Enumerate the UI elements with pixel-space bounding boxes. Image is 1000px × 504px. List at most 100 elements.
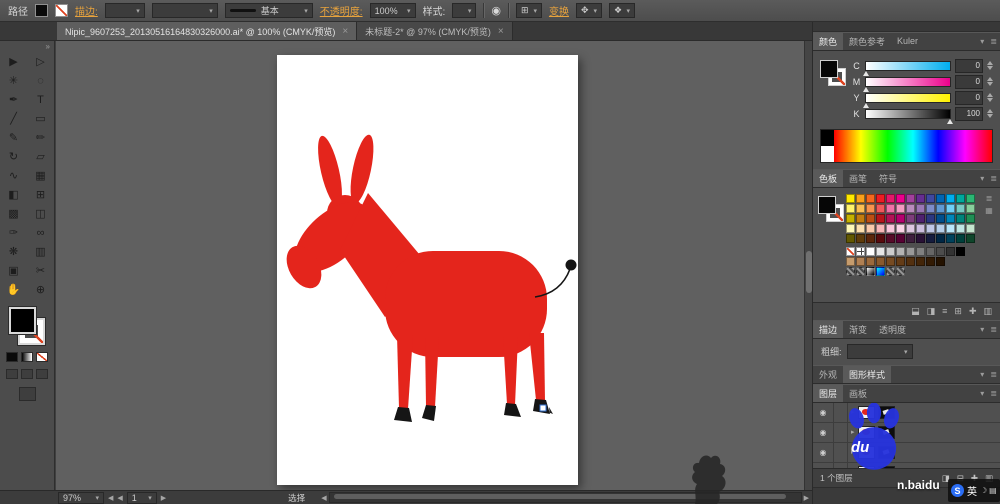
color-swatch[interactable] [876, 193, 885, 203]
stroke-weight-select[interactable] [846, 344, 913, 360]
color-swatch[interactable] [896, 203, 905, 213]
opacity-link[interactable]: 不透明度: [320, 3, 363, 18]
tab-close-icon[interactable]: × [342, 26, 348, 37]
fill-color-swatch[interactable] [35, 4, 48, 17]
color-swatch[interactable] [926, 256, 935, 266]
color-swatch[interactable] [886, 203, 895, 213]
spinner-up-icon[interactable] [987, 93, 993, 98]
slider-track[interactable] [863, 92, 951, 108]
color-swatch[interactable] [966, 213, 975, 223]
delete-swatch-icon[interactable]: ▥ [983, 306, 992, 317]
slice-tool[interactable]: ✂ [27, 261, 54, 280]
mini-fill-indicator[interactable] [820, 59, 838, 78]
color-swatch[interactable] [966, 233, 975, 243]
direct-selection-tool[interactable]: ▷ [27, 52, 54, 71]
color-swatch[interactable] [866, 223, 875, 233]
color-swatch[interactable] [896, 223, 905, 233]
color-swatch[interactable] [966, 203, 975, 213]
first-artboard-icon[interactable]: ◀ [108, 494, 113, 502]
spinner-down-icon[interactable] [987, 82, 993, 87]
color-swatch[interactable] [916, 193, 925, 203]
canvas-area[interactable] [56, 41, 804, 490]
color-swatch[interactable] [846, 223, 855, 233]
new-swatch-icon[interactable]: ✚ [969, 306, 977, 317]
registration-swatch[interactable] [856, 246, 865, 256]
color-swatch[interactable] [846, 193, 855, 203]
color-swatch[interactable] [916, 223, 925, 233]
free-transform-tool[interactable]: ▦ [27, 166, 54, 185]
slider-track[interactable] [863, 60, 951, 76]
eyedropper-tool[interactable]: ✑ [0, 223, 27, 242]
type-tool[interactable]: T [27, 90, 54, 109]
color-swatch[interactable] [936, 213, 945, 223]
zoom-level-dropdown[interactable]: 97% [58, 491, 104, 504]
color-swatch[interactable] [866, 203, 875, 213]
stroke-color-swatch[interactable] [55, 4, 68, 17]
color-swatch[interactable] [926, 223, 935, 233]
tab-transparency[interactable]: 透明度 [873, 321, 912, 338]
donkey-leg[interactable] [503, 337, 518, 405]
tab-artboards[interactable]: 画板 [843, 385, 873, 402]
color-swatch[interactable] [846, 203, 855, 213]
panel-collapse-icon[interactable]: ▾ [977, 170, 987, 187]
scroll-right-icon[interactable]: ▶ [804, 494, 809, 502]
slider-value[interactable]: 100 [955, 106, 983, 121]
color-swatch[interactable] [876, 203, 885, 213]
spinner-up-icon[interactable] [987, 61, 993, 66]
panel-menu-icon[interactable]: ≣ [987, 170, 1000, 187]
black-white-picker[interactable] [821, 129, 834, 162]
artboard-number-dropdown[interactable]: 1 [126, 491, 157, 504]
panel-collapse-icon[interactable]: ▾ [977, 321, 987, 338]
color-swatch[interactable] [876, 256, 885, 266]
none-mode-icon[interactable] [36, 352, 48, 362]
color-swatch[interactable] [926, 246, 935, 256]
slider-spinner[interactable] [987, 109, 993, 119]
black-picker[interactable] [821, 129, 834, 146]
gradient-mode-icon[interactable] [21, 352, 33, 362]
pen-tool[interactable]: ✒ [0, 90, 27, 109]
color-swatch[interactable] [956, 233, 965, 243]
slider-value[interactable]: 0 [955, 58, 983, 73]
panel-collapse-icon[interactable]: ▾ [977, 33, 987, 50]
color-swatch[interactable] [946, 203, 955, 213]
slider-spinner[interactable] [987, 93, 993, 103]
spinner-down-icon[interactable] [987, 114, 993, 119]
color-swatch[interactable] [866, 233, 875, 243]
color-swatch[interactable] [946, 213, 955, 223]
panel-collapse-icon[interactable]: ▾ [977, 385, 987, 402]
donkey-right-ear[interactable] [346, 133, 378, 205]
shape-builder-tool[interactable]: ◧ [0, 185, 27, 204]
document-tab[interactable]: Nipic_9607253_20130516164830326000.ai* @… [57, 22, 358, 40]
color-swatch[interactable] [896, 233, 905, 243]
rotate-tool[interactable]: ↻ [0, 147, 27, 166]
selection-tool[interactable]: ▶ [0, 52, 27, 71]
document-tab[interactable]: 未标题-2* @ 97% (CMYK/预览) × [357, 22, 513, 40]
color-swatch[interactable] [886, 213, 895, 223]
panel-menu-icon[interactable]: ≣ [987, 366, 1000, 383]
moon-icon[interactable]: ☽ [980, 486, 987, 495]
color-swatch[interactable] [886, 223, 895, 233]
grad-color-swatch[interactable] [876, 266, 885, 276]
color-swatch[interactable] [896, 213, 905, 223]
pencil-tool[interactable]: ✏ [27, 128, 54, 147]
color-swatch[interactable] [926, 203, 935, 213]
tab-appearance[interactable]: 外观 [813, 366, 843, 383]
color-swatch[interactable] [916, 246, 925, 256]
color-swatch[interactable] [856, 223, 865, 233]
tab-gradient[interactable]: 渐变 [843, 321, 873, 338]
draw-inside-icon[interactable] [36, 369, 48, 379]
keyboard-icon[interactable]: ▤ [989, 486, 997, 495]
hand-tool[interactable]: ✋ [0, 280, 27, 299]
transform-link[interactable]: 变换 [549, 3, 569, 18]
color-swatch[interactable] [916, 256, 925, 266]
magic-wand-tool[interactable]: ✳ [0, 71, 27, 90]
prev-artboard-icon[interactable]: ◀ [117, 494, 122, 502]
donkey-artwork[interactable] [277, 55, 578, 485]
panel-menu-icon[interactable]: ≣ [987, 385, 1000, 402]
draw-normal-icon[interactable] [6, 369, 18, 379]
artboard[interactable] [277, 55, 578, 485]
screen-mode-icon[interactable] [18, 387, 36, 401]
width-tool[interactable]: ∿ [0, 166, 27, 185]
pattern-swatch[interactable] [896, 266, 905, 276]
color-swatch[interactable] [896, 193, 905, 203]
